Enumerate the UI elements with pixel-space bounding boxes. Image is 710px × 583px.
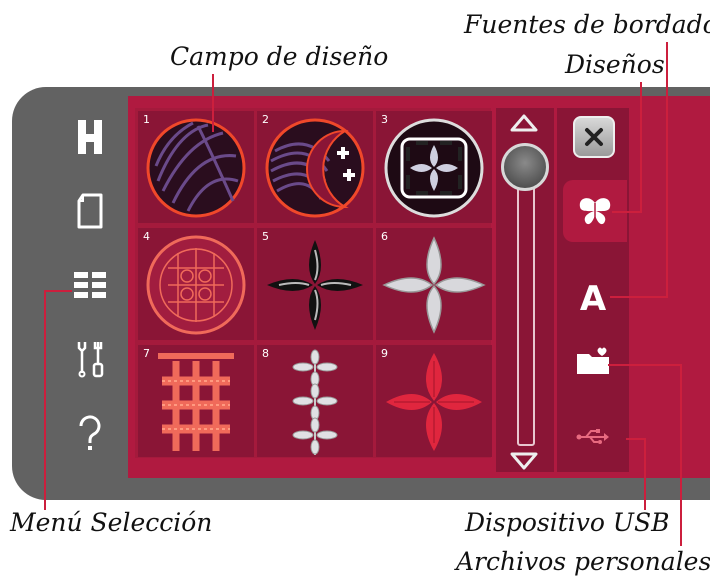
- callout-usb-device: Dispositivo USB: [465, 508, 670, 537]
- design-cell-4[interactable]: 4: [138, 228, 254, 340]
- settings-tools-icon[interactable]: [60, 329, 120, 389]
- callout-selection-menu: Menú Selección: [10, 508, 213, 537]
- leader-archivos-h: [608, 364, 682, 366]
- scroll-up-arrow-icon[interactable]: [508, 112, 540, 134]
- leader-designs-v: [640, 82, 642, 212]
- leader-design-field: [212, 74, 214, 132]
- folder-heart-icon: [577, 347, 609, 374]
- callout-embroidery-fonts: Fuentes de bordado: [464, 10, 710, 39]
- leader-fonts-v: [666, 42, 668, 297]
- tab-embroidery-fonts[interactable]: A: [561, 268, 625, 330]
- machine-mode-icon[interactable]: [60, 107, 120, 167]
- design-cell-1[interactable]: 1: [138, 111, 254, 223]
- leader-menu-v: [44, 290, 46, 510]
- callout-design-field: Campo de diseño: [170, 42, 389, 71]
- leader-archivos-v: [680, 364, 682, 546]
- leader-usb-h: [626, 438, 646, 440]
- help-icon[interactable]: [60, 403, 120, 463]
- left-sidebar: [60, 107, 120, 477]
- embroidery-mode-icon[interactable]: [60, 181, 120, 241]
- butterfly-icon: [579, 198, 611, 225]
- selection-menu-icon[interactable]: [60, 255, 120, 315]
- design-cell-9[interactable]: 9: [376, 345, 492, 457]
- leader-usb-v: [644, 438, 646, 510]
- scrollbar-thumb[interactable]: [501, 143, 549, 191]
- design-cell-7[interactable]: 7: [138, 345, 254, 457]
- design-cell-5[interactable]: 5: [257, 228, 373, 340]
- design-cell-8[interactable]: 8: [257, 345, 373, 457]
- close-icon: [585, 128, 603, 146]
- tab-personal-files[interactable]: [561, 330, 625, 392]
- leader-menu-h: [44, 290, 72, 292]
- close-button[interactable]: [573, 116, 615, 158]
- design-cell-2[interactable]: 2: [257, 111, 373, 223]
- leader-fonts-h: [610, 296, 668, 298]
- design-cell-3[interactable]: 3: [376, 111, 492, 223]
- leader-designs-h: [612, 211, 642, 213]
- scrollbar-track[interactable]: [517, 180, 535, 446]
- callout-personal-files: Archivos personales: [456, 547, 710, 576]
- font-a-icon: A: [579, 279, 607, 319]
- callout-designs: Diseños: [565, 50, 665, 79]
- scroll-down-arrow-icon[interactable]: [508, 450, 540, 472]
- usb-icon: [576, 429, 609, 444]
- tab-usb-device[interactable]: [561, 406, 625, 468]
- design-cell-6[interactable]: 6: [376, 228, 492, 340]
